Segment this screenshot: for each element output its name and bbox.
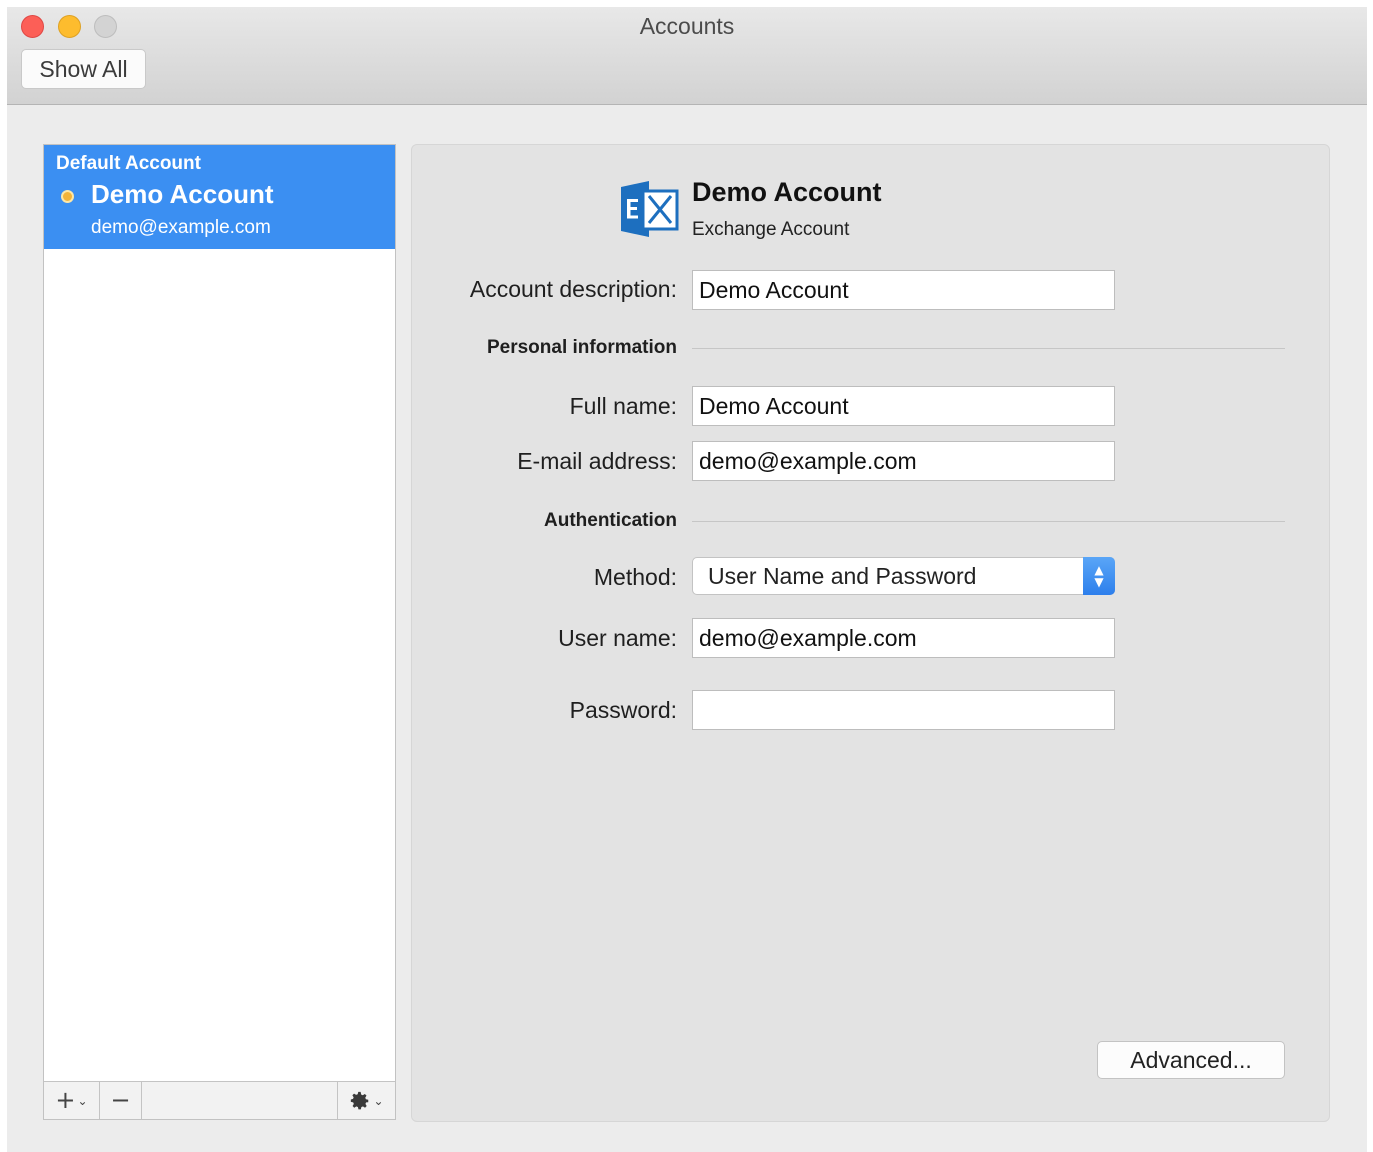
- show-all-button[interactable]: Show All: [21, 49, 146, 89]
- account-header-name: Demo Account: [692, 177, 882, 207]
- password-label: Password:: [569, 697, 677, 723]
- full-name-field[interactable]: Demo Account: [692, 386, 1115, 426]
- email-address-field[interactable]: demo@example.com: [692, 441, 1115, 481]
- user-name-label: User name:: [558, 625, 677, 651]
- email-address-label: E-mail address:: [517, 448, 677, 474]
- window-title: Accounts: [639, 13, 735, 39]
- account-description-label: Account description:: [469, 276, 677, 302]
- plus-icon: +: [55, 1086, 76, 1114]
- password-field[interactable]: [692, 690, 1115, 730]
- sidebar-toolbar: + ⌄ − ⌄: [44, 1081, 395, 1119]
- exchange-icon: [621, 181, 679, 237]
- authentication-heading: Authentication: [544, 510, 677, 531]
- chevron-down-icon: ⌄: [77, 1093, 88, 1108]
- account-email: demo@example.com: [91, 217, 271, 238]
- account-header-type: Exchange Account: [692, 219, 850, 240]
- account-actions-button[interactable]: ⌄: [337, 1082, 395, 1119]
- method-select-value: User Name and Password: [708, 563, 977, 589]
- method-label: Method:: [593, 564, 677, 590]
- title-bar: Accounts Show All: [7, 7, 1367, 105]
- chevron-down-icon: ⌄: [373, 1093, 384, 1108]
- remove-account-button[interactable]: −: [100, 1082, 142, 1119]
- account-list-item[interactable]: Default Account Demo Account demo@exampl…: [44, 145, 395, 249]
- account-name: Demo Account: [91, 179, 274, 209]
- section-divider: [692, 521, 1285, 522]
- section-divider: [692, 348, 1285, 349]
- accounts-sidebar: Default Account Demo Account demo@exampl…: [43, 144, 396, 1120]
- account-description-field[interactable]: Demo Account: [692, 270, 1115, 310]
- full-name-label: Full name:: [569, 393, 677, 419]
- default-account-label: Default Account: [56, 153, 201, 174]
- accounts-window: Accounts Show All Default Account Demo A…: [7, 7, 1367, 1152]
- status-dot-icon: [61, 190, 74, 203]
- add-account-button[interactable]: + ⌄: [44, 1082, 100, 1119]
- account-detail-panel: Demo Account Exchange Account Account de…: [411, 144, 1330, 1122]
- personal-information-heading: Personal information: [486, 337, 677, 358]
- gear-icon: [351, 1091, 369, 1110]
- updown-arrows-icon: ▲ ▼: [1083, 557, 1115, 595]
- advanced-button[interactable]: Advanced...: [1097, 1041, 1285, 1079]
- user-name-field[interactable]: demo@example.com: [692, 618, 1115, 658]
- minus-icon: −: [110, 1086, 131, 1114]
- method-select[interactable]: User Name and Password ▲ ▼: [692, 557, 1115, 595]
